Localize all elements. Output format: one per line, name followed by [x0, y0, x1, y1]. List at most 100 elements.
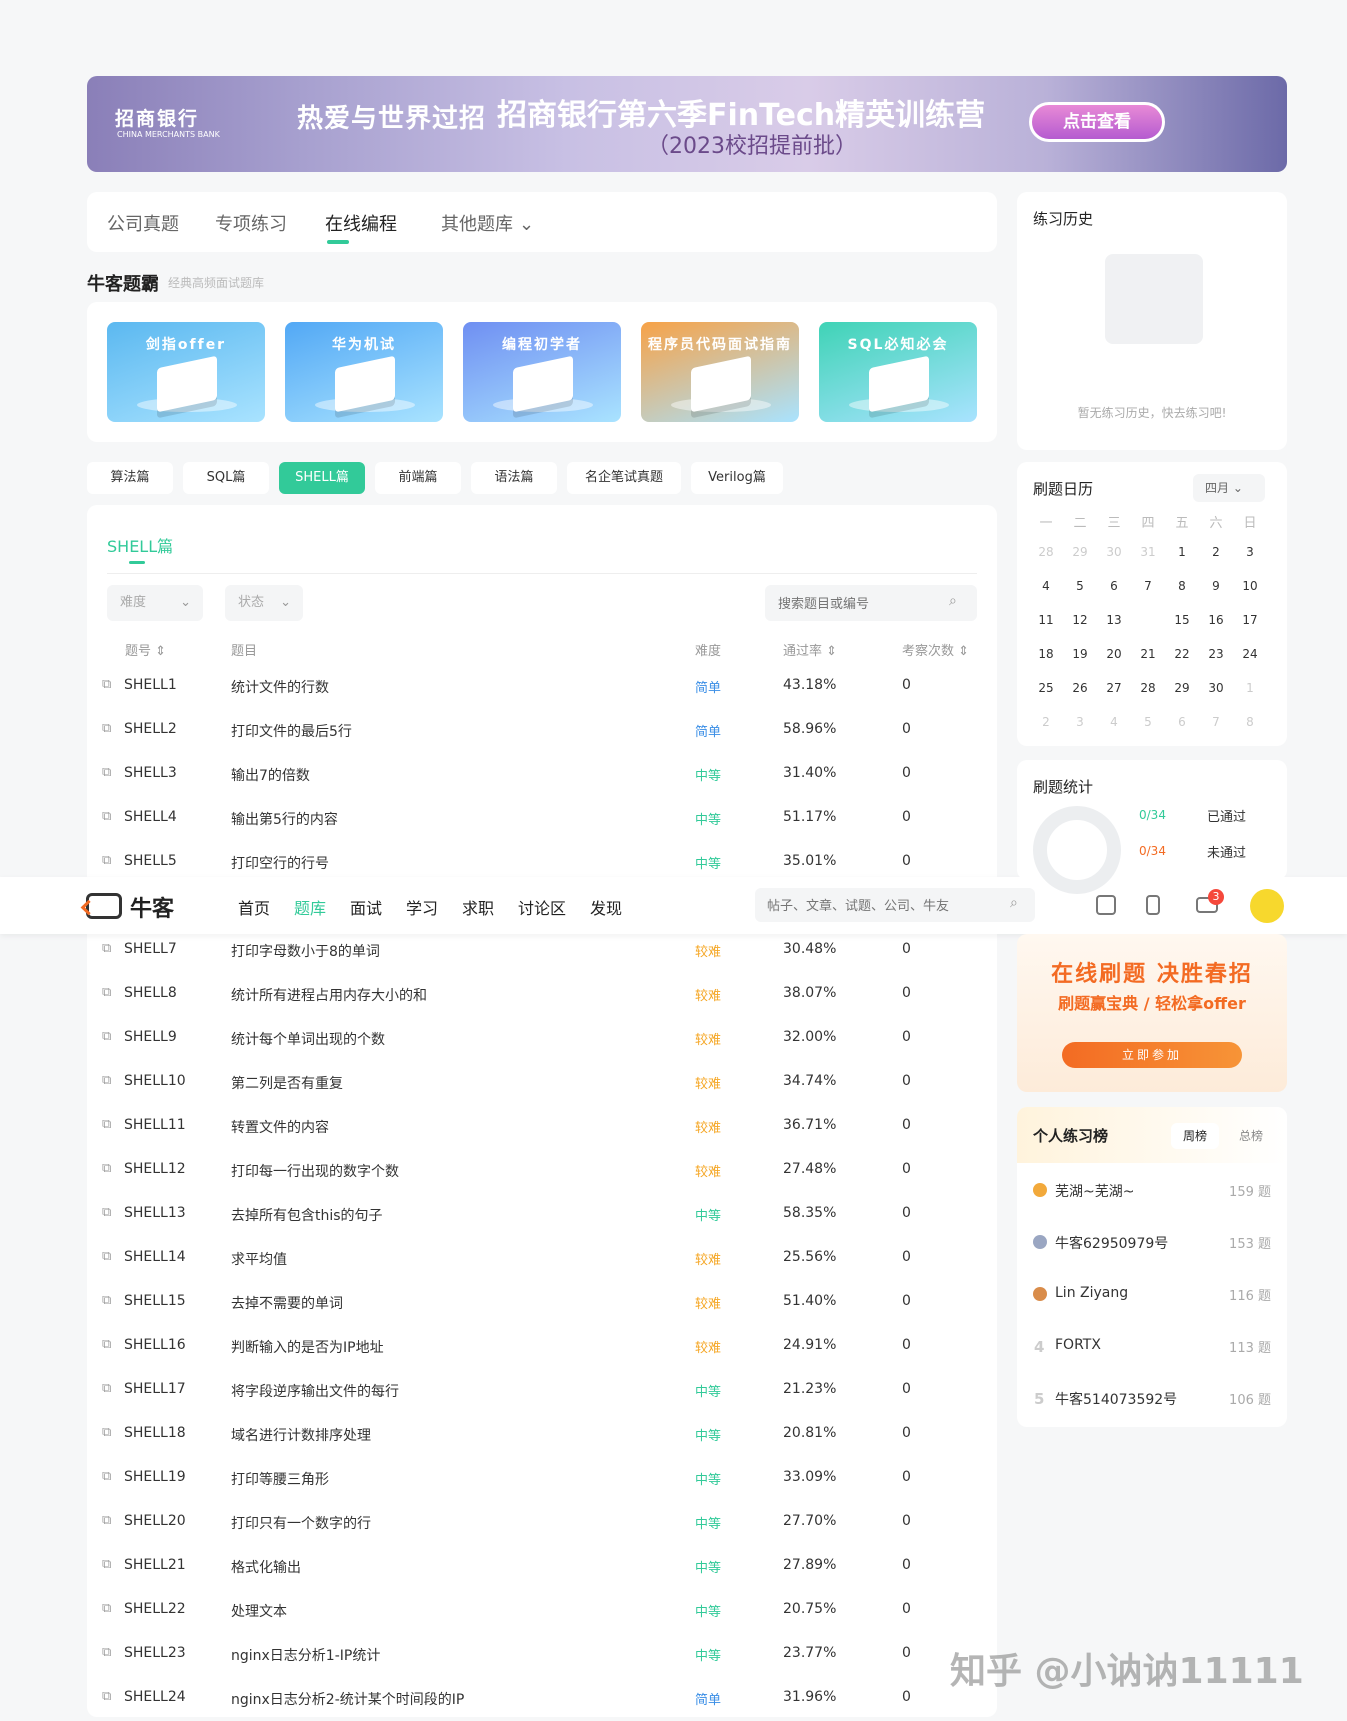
problem-title[interactable]: 格式化输出	[231, 1557, 301, 1577]
nav-item-6[interactable]: 发现	[590, 895, 622, 919]
user-name[interactable]: 牛客62950979号	[1055, 1233, 1168, 1253]
table-row[interactable]: ⧉ SHELL2 打印文件的最后5行 简单 58.96% 0	[87, 709, 997, 753]
month-select[interactable]: 四月 ⌄	[1193, 474, 1265, 502]
topic-pill-1[interactable]: SQL篇	[183, 462, 269, 494]
table-row[interactable]: ⧉ SHELL4 输出第5行的内容 中等 51.17% 0	[87, 797, 997, 841]
problem-id[interactable]: SHELL13	[124, 1205, 186, 1221]
calendar-day[interactable]: 10	[1235, 574, 1265, 598]
calendar-day[interactable]: 31	[1133, 540, 1163, 564]
calendar-day[interactable]: 8	[1235, 710, 1265, 734]
problem-title[interactable]: 输出第5行的内容	[231, 809, 338, 829]
problem-title[interactable]: 打印空行的行号	[231, 853, 329, 873]
nav-item-2[interactable]: 面试	[350, 895, 382, 919]
problem-id[interactable]: SHELL16	[124, 1337, 186, 1353]
calendar-day[interactable]: 23	[1201, 642, 1231, 666]
table-row[interactable]: ⧉ SHELL18 域名进行计数排序处理 中等 20.81% 0	[87, 1413, 997, 1457]
problem-id[interactable]: SHELL21	[124, 1557, 186, 1573]
table-row[interactable]: ⧉ SHELL13 去掉所有包含this的句子 中等 58.35% 0	[87, 1193, 997, 1237]
calendar-day[interactable]: 27	[1099, 676, 1129, 700]
table-row[interactable]: ⧉ SHELL11 转置文件的内容 较难 36.71% 0	[87, 1105, 997, 1149]
calendar-day[interactable]: 2	[1201, 540, 1231, 564]
problem-id[interactable]: SHELL1	[124, 677, 177, 693]
ranking-row[interactable]: 5 牛客514073592号 106 题	[1017, 1381, 1287, 1421]
header-rate[interactable]: 通过率 ⇕	[783, 640, 837, 659]
problem-id[interactable]: SHELL9	[124, 1029, 177, 1045]
calendar-day[interactable]: 26	[1065, 676, 1095, 700]
calendar-day[interactable]: 22	[1167, 642, 1197, 666]
calendar-day[interactable]: 1	[1235, 676, 1265, 700]
tab-0[interactable]: 公司真题	[107, 210, 179, 236]
header-id[interactable]: 题号 ⇕	[125, 640, 166, 659]
calendar-day[interactable]: 20	[1099, 642, 1129, 666]
table-row[interactable]: ⧉ SHELL8 统计所有进程占用内存大小的和 较难 38.07% 0	[87, 973, 997, 1017]
tab-weekly[interactable]: 周榜	[1171, 1123, 1219, 1149]
nav-item-3[interactable]: 学习	[406, 895, 438, 919]
problem-id[interactable]: SHELL11	[124, 1117, 186, 1133]
calendar-day[interactable]: 12	[1065, 608, 1095, 632]
problem-title[interactable]: 打印文件的最后5行	[231, 721, 352, 741]
table-row[interactable]: ⧉ SHELL14 求平均值 较难 25.56% 0	[87, 1237, 997, 1281]
problem-id[interactable]: SHELL17	[124, 1381, 186, 1397]
problem-title[interactable]: 统计所有进程占用内存大小的和	[231, 985, 427, 1005]
calendar-day[interactable]: 4	[1031, 574, 1061, 598]
calendar-day[interactable]: 28	[1031, 540, 1061, 564]
calendar-day[interactable]: 6	[1167, 710, 1197, 734]
problem-id[interactable]: SHELL23	[124, 1645, 186, 1661]
tab-3[interactable]: 其他题库 ⌄	[441, 210, 534, 236]
search-icon[interactable]: ⌕	[949, 593, 957, 609]
calendar-day[interactable]: 6	[1099, 574, 1129, 598]
user-name[interactable]: Lin Ziyang	[1055, 1285, 1128, 1301]
table-row[interactable]: ⧉ SHELL21 格式化输出 中等 27.89% 0	[87, 1545, 997, 1589]
problem-title[interactable]: 转置文件的内容	[231, 1117, 329, 1137]
table-row[interactable]: ⧉ SHELL1 统计文件的行数 简单 43.18% 0	[87, 665, 997, 709]
feature-card-1[interactable]: 华为机试	[285, 322, 443, 422]
table-row[interactable]: ⧉ SHELL16 判断输入的是否为IP地址 较难 24.91% 0	[87, 1325, 997, 1369]
problem-title[interactable]: 输出7的倍数	[231, 765, 310, 785]
topic-pill-3[interactable]: 前端篇	[375, 462, 461, 494]
campaign-card[interactable]: 在线刷题 决胜春招 刷题赢宝典 / 轻松拿offer 立即参加	[1017, 934, 1287, 1092]
calendar-day[interactable]: 21	[1133, 642, 1163, 666]
ranking-row[interactable]: 4 FORTX 113 题	[1017, 1329, 1287, 1369]
tab-overall[interactable]: 总榜	[1227, 1123, 1275, 1149]
problem-title[interactable]: 判断输入的是否为IP地址	[231, 1337, 384, 1357]
search-icon[interactable]: ⌕	[1010, 895, 1018, 911]
user-name[interactable]: 芜湖~芜湖~	[1055, 1181, 1134, 1201]
calendar-day[interactable]: 14	[1133, 608, 1163, 632]
calendar-day[interactable]: 5	[1133, 710, 1163, 734]
calendar-day[interactable]: 24	[1235, 642, 1265, 666]
calendar-day[interactable]: 7	[1201, 710, 1231, 734]
calendar-day[interactable]: 30	[1099, 540, 1129, 564]
avatar[interactable]	[1250, 889, 1284, 923]
problem-title[interactable]: 打印字母数小于8的单词	[231, 941, 380, 961]
calendar-day[interactable]: 13	[1099, 608, 1129, 632]
problem-id[interactable]: SHELL18	[124, 1425, 186, 1441]
table-row[interactable]: ⧉ SHELL15 去掉不需要的单词 较难 51.40% 0	[87, 1281, 997, 1325]
header-count[interactable]: 考察次数 ⇕	[902, 640, 969, 659]
problem-title[interactable]: 域名进行计数排序处理	[231, 1425, 371, 1445]
site-logo[interactable]: 牛客	[86, 891, 182, 922]
calendar-day[interactable]: 29	[1065, 540, 1095, 564]
calendar-day[interactable]: 28	[1133, 676, 1163, 700]
problem-title[interactable]: 第二列是否有重复	[231, 1073, 343, 1093]
table-row[interactable]: ⧉ SHELL10 第二列是否有重复 较难 34.74% 0	[87, 1061, 997, 1105]
ranking-row[interactable]: 芜湖~芜湖~ 159 题	[1017, 1173, 1287, 1213]
calendar-day[interactable]: 29	[1167, 676, 1197, 700]
ranking-row[interactable]: 牛客62950979号 153 题	[1017, 1225, 1287, 1265]
problem-id[interactable]: SHELL19	[124, 1469, 186, 1485]
user-name[interactable]: 牛客514073592号	[1055, 1389, 1177, 1409]
problem-id[interactable]: SHELL24	[124, 1689, 186, 1705]
topic-pill-5[interactable]: 名企笔试真题	[567, 462, 681, 494]
topic-pill-4[interactable]: 语法篇	[471, 462, 557, 494]
feature-card-4[interactable]: SQL必知必会	[819, 322, 977, 422]
problem-title[interactable]: 处理文本	[231, 1601, 287, 1621]
calendar-day[interactable]: 3	[1235, 540, 1265, 564]
calendar-day[interactable]: 8	[1167, 574, 1197, 598]
calendar-day[interactable]: 19	[1065, 642, 1095, 666]
problem-id[interactable]: SHELL3	[124, 765, 177, 781]
problem-title[interactable]: 去掉所有包含this的句子	[231, 1205, 383, 1225]
nav-item-4[interactable]: 求职	[462, 895, 494, 919]
problem-title[interactable]: 打印等腰三角形	[231, 1469, 329, 1489]
problem-id[interactable]: SHELL4	[124, 809, 177, 825]
calendar-day[interactable]: 7	[1133, 574, 1163, 598]
table-row[interactable]: ⧉ SHELL24 nginx日志分析2-统计某个时间段的IP 简单 31.96% 0	[87, 1677, 997, 1721]
